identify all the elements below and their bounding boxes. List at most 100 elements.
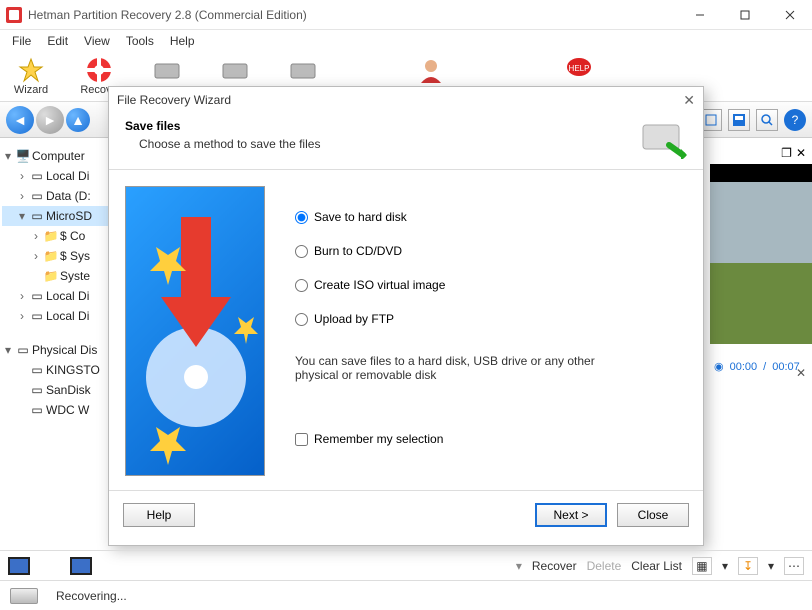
- menu-help[interactable]: Help: [162, 32, 203, 50]
- button-label: Next >: [553, 508, 588, 522]
- radio-burn-cd[interactable]: Burn to CD/DVD: [295, 234, 687, 268]
- checkbox-label: Remember my selection: [314, 432, 443, 446]
- drive-icon: ▭: [28, 363, 46, 377]
- dropdown-icon[interactable]: ▾: [516, 559, 522, 573]
- lifebuoy-icon: [84, 56, 114, 84]
- time-sep: /: [763, 361, 766, 373]
- radio-create-iso[interactable]: Create ISO virtual image: [295, 268, 687, 302]
- radio-input[interactable]: [295, 313, 308, 326]
- disk-icon: ▭: [14, 343, 32, 357]
- wizard-header: Save files Choose a method to save the f…: [109, 113, 703, 170]
- menu-bar: File Edit View Tools Help: [0, 30, 812, 52]
- radio-save-hard-disk[interactable]: Save to hard disk: [295, 200, 687, 234]
- tree-label: Physical Dis: [32, 343, 97, 357]
- recover-action[interactable]: Recover: [532, 559, 577, 573]
- toolbar-disk3[interactable]: [278, 56, 328, 84]
- tree-label: $ Sys: [60, 249, 90, 263]
- toolbar-wizard-label: Wizard: [14, 84, 48, 96]
- option-description: You can save files to a hard disk, USB d…: [295, 354, 635, 382]
- dropdown-icon[interactable]: ▾: [722, 559, 728, 573]
- film-icon: [70, 557, 92, 575]
- checkbox-input[interactable]: [295, 433, 308, 446]
- folder-icon: 📁: [42, 269, 60, 283]
- minimize-button[interactable]: [677, 0, 722, 30]
- folder-icon: 📁: [42, 229, 60, 243]
- radio-upload-ftp[interactable]: Upload by FTP: [295, 302, 687, 336]
- radio-label: Create ISO virtual image: [314, 278, 445, 292]
- time-current: 00:00: [730, 361, 758, 373]
- file-recovery-wizard: File Recovery Wizard ✕ Save files Choose…: [108, 86, 704, 546]
- title-bar: Hetman Partition Recovery 2.8 (Commercia…: [0, 0, 812, 30]
- wizard-artwork: [125, 186, 265, 476]
- toolbar-help[interactable]: HELP: [554, 56, 604, 84]
- svg-text:HELP: HELP: [569, 64, 590, 73]
- menu-tools[interactable]: Tools: [118, 32, 162, 50]
- wizard-heading: Save files: [125, 119, 637, 133]
- tree-label: Local Di: [46, 169, 89, 183]
- dropdown-icon[interactable]: ▾: [768, 559, 774, 573]
- radio-label: Burn to CD/DVD: [314, 244, 402, 258]
- disk-icon: [152, 56, 182, 84]
- tree-label: Data (D:: [46, 189, 91, 203]
- delete-action: Delete: [587, 559, 622, 573]
- options-icon[interactable]: ⋯: [784, 557, 804, 575]
- forward-button[interactable]: ►: [36, 106, 64, 134]
- play-indicator-icon: ◉: [714, 360, 724, 373]
- remember-checkbox[interactable]: Remember my selection: [295, 432, 687, 446]
- menu-view[interactable]: View: [76, 32, 118, 50]
- button-label: Help: [147, 508, 172, 522]
- wizard-close-icon[interactable]: ✕: [683, 92, 695, 109]
- back-button[interactable]: ◄: [6, 106, 34, 134]
- status-text: Recovering...: [56, 589, 127, 603]
- menu-file[interactable]: File: [4, 32, 39, 50]
- menu-edit[interactable]: Edit: [39, 32, 76, 50]
- panel-close-icon[interactable]: ✕: [796, 146, 806, 160]
- radio-label: Upload by FTP: [314, 312, 394, 326]
- wizard-footer: Help Next > Close: [109, 490, 703, 538]
- tree-label: KINGSTO: [46, 363, 100, 377]
- folder-icon: 📁: [42, 249, 60, 263]
- disk-icon: [288, 56, 318, 84]
- disk-activity-icon: [10, 588, 38, 604]
- radio-input[interactable]: [295, 211, 308, 224]
- disk-icon: [220, 56, 250, 84]
- user-icon: [416, 56, 446, 84]
- tree-label: Local Di: [46, 289, 89, 303]
- help-button-icon: HELP: [564, 56, 594, 84]
- next-button[interactable]: Next >: [535, 503, 607, 527]
- wizard-icon: [16, 56, 46, 84]
- time-display: ◉ 00:00 / 00:07: [714, 360, 808, 373]
- radio-label: Save to hard disk: [314, 210, 407, 224]
- save-icon-button[interactable]: [728, 109, 750, 131]
- computer-icon: 🖥️: [14, 149, 32, 163]
- drive-icon: ▭: [28, 383, 46, 397]
- radio-input[interactable]: [295, 245, 308, 258]
- help-button[interactable]: Help: [123, 503, 195, 527]
- drive-icon: ▭: [28, 309, 46, 323]
- toolbar-user[interactable]: [406, 56, 456, 84]
- info-button[interactable]: ?: [784, 109, 806, 131]
- up-button[interactable]: ▲: [66, 108, 90, 132]
- window-title: Hetman Partition Recovery 2.8 (Commercia…: [28, 8, 677, 22]
- preview-close-icon[interactable]: ✕: [796, 366, 806, 380]
- film-icon: [8, 557, 30, 575]
- status-bar: Recovering...: [0, 580, 812, 610]
- maximize-button[interactable]: [722, 0, 767, 30]
- app-icon: [6, 7, 22, 23]
- tree-label: Local Di: [46, 309, 89, 323]
- tree-label: WDC W: [46, 403, 89, 417]
- radio-input[interactable]: [295, 279, 308, 292]
- drive-icon: ▭: [28, 189, 46, 203]
- toolbar-disk2[interactable]: [210, 56, 260, 84]
- search-button[interactable]: [756, 109, 778, 131]
- drive-icon: ▭: [28, 209, 46, 223]
- panel-popout-icon[interactable]: ❐: [781, 146, 792, 160]
- close-button[interactable]: [767, 0, 812, 30]
- grid-view-icon[interactable]: ▦: [692, 557, 712, 575]
- hard-disk-icon: [637, 119, 687, 159]
- toolbar-wizard[interactable]: Wizard: [6, 56, 56, 96]
- sort-icon[interactable]: ↧: [738, 557, 758, 575]
- clear-list-action[interactable]: Clear List: [631, 559, 682, 573]
- close-wizard-button[interactable]: Close: [617, 503, 689, 527]
- toolbar-disk1[interactable]: [142, 56, 192, 84]
